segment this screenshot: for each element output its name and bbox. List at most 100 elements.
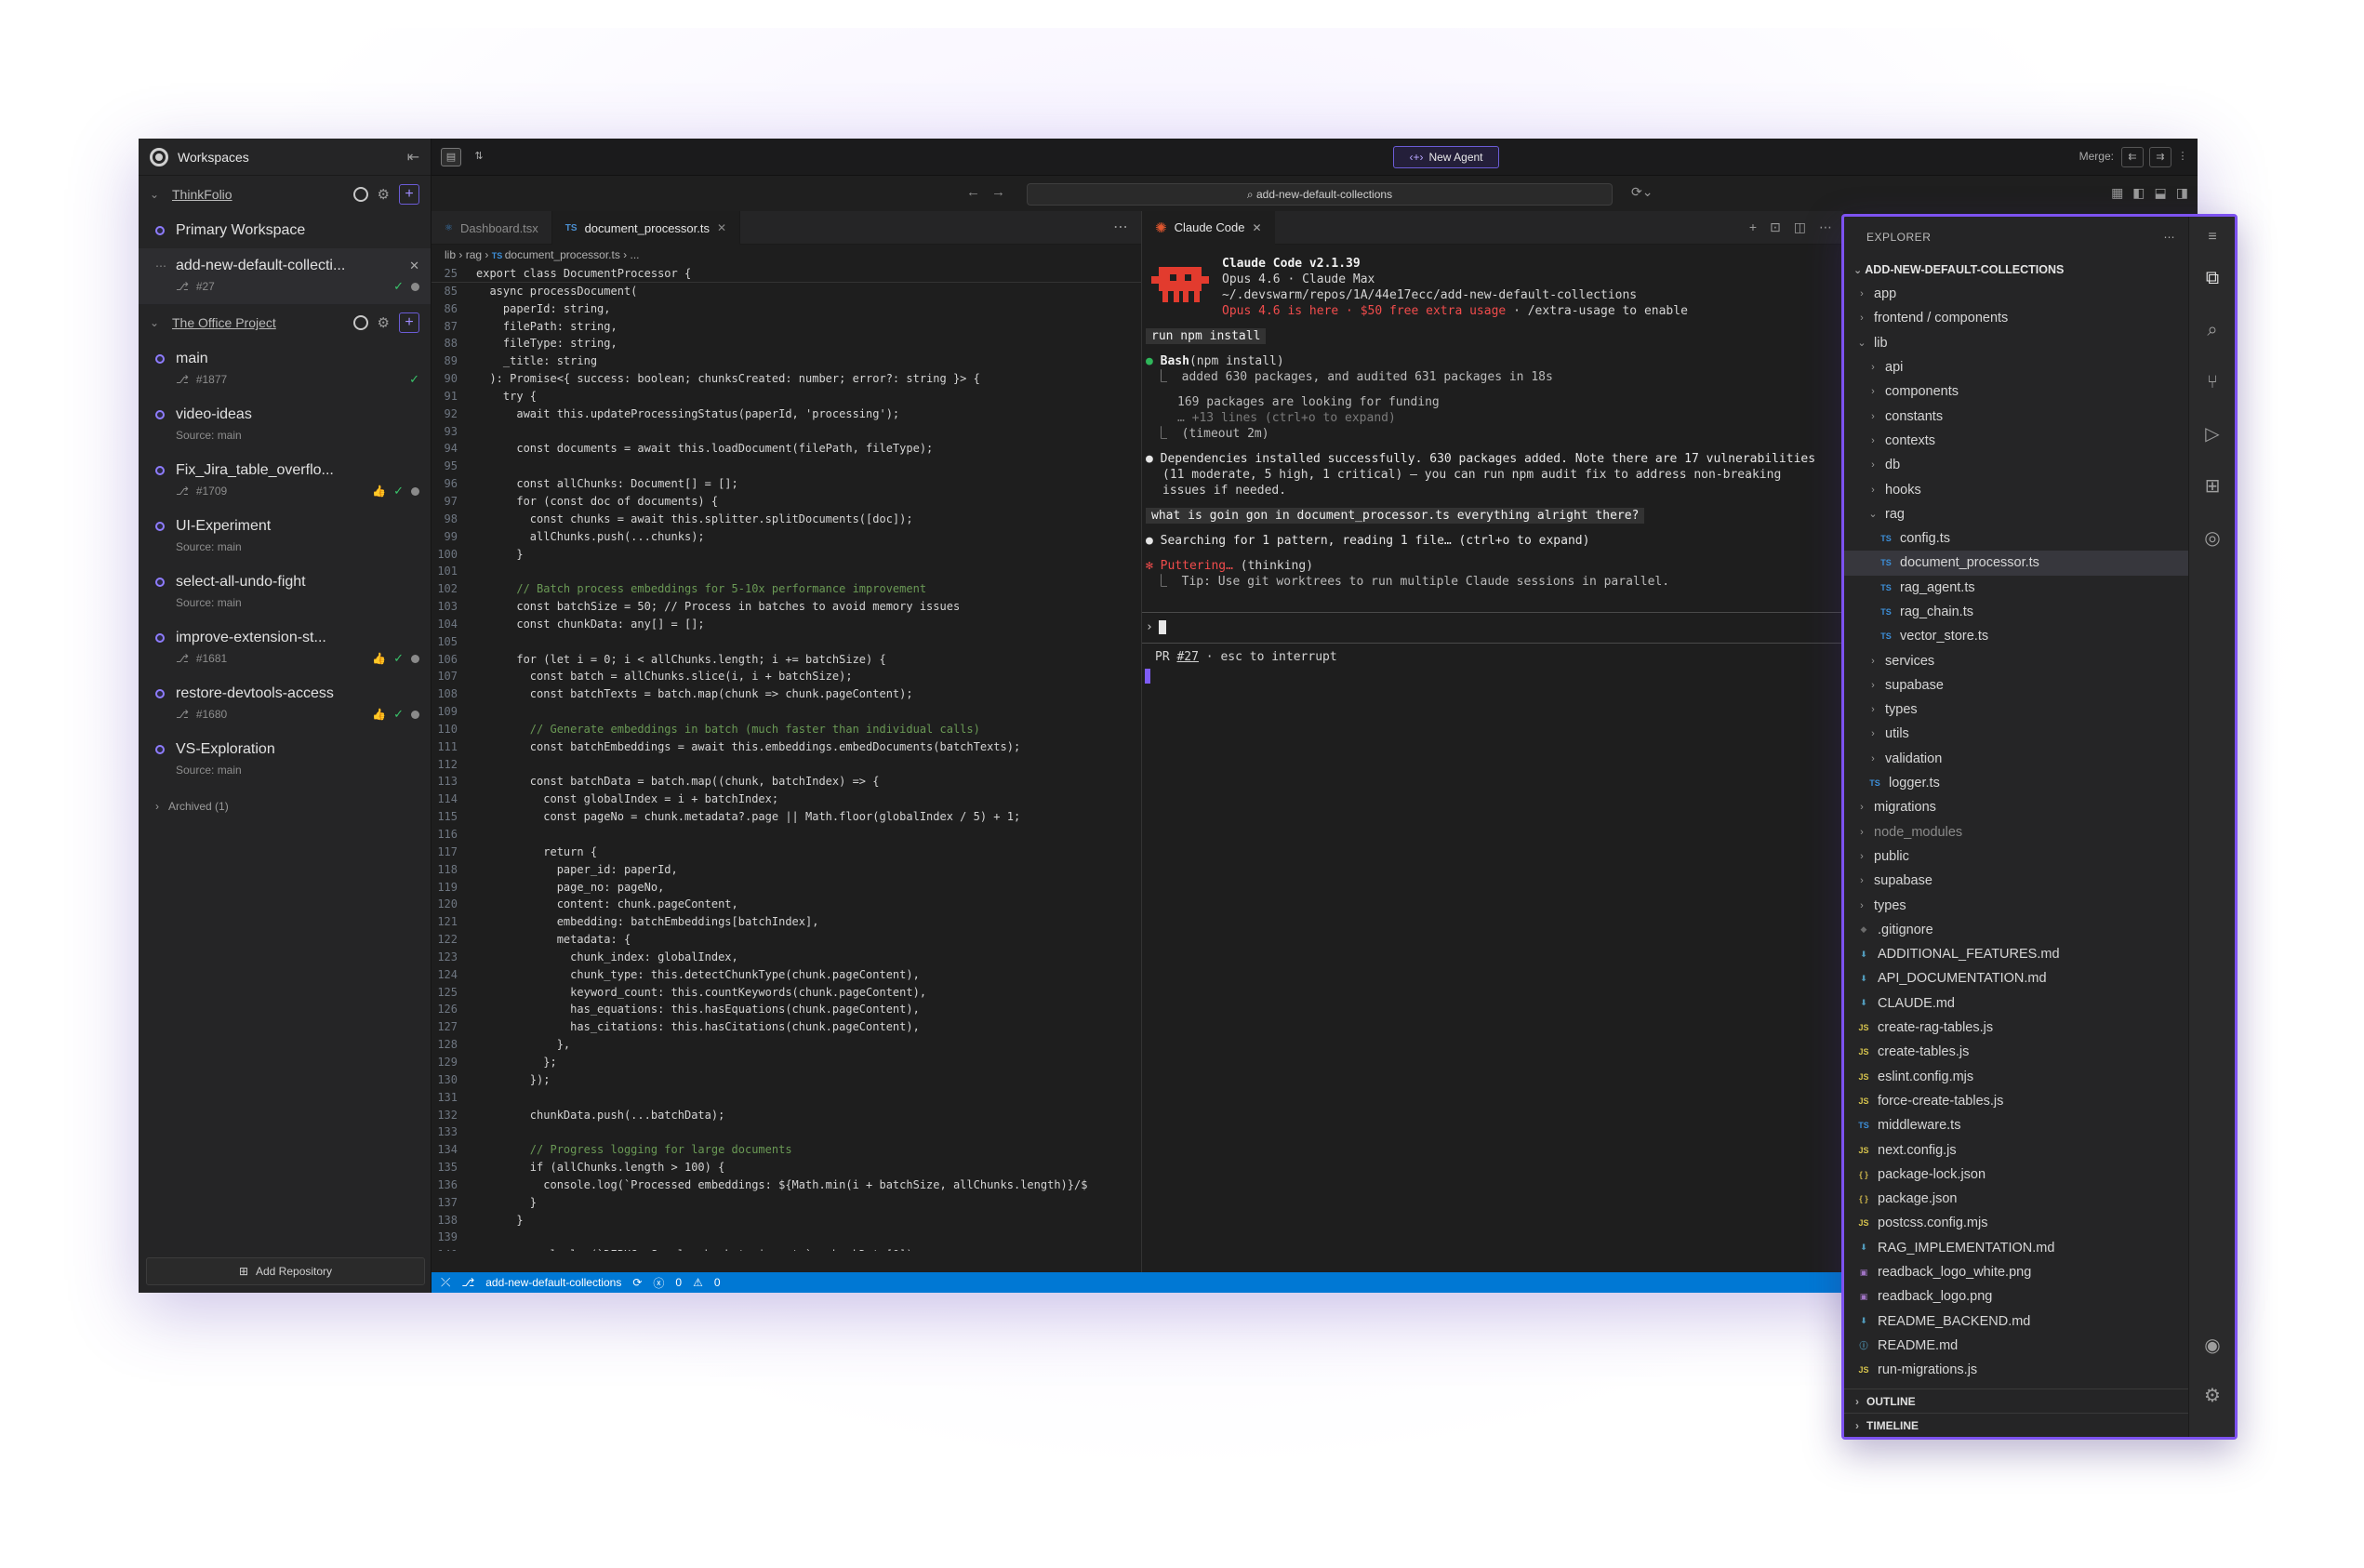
tree-folder[interactable]: › migrations (1844, 795, 2188, 819)
workspace-item[interactable]: UI-Experiment Source: main (139, 509, 431, 565)
tree-file[interactable]: { } package-lock.json (1844, 1163, 2188, 1187)
tree-folder[interactable]: › constants (1844, 404, 2188, 428)
files-icon[interactable]: ⧉ (2201, 267, 2224, 289)
tree-file[interactable]: ⬇ README_BACKEND.md (1844, 1309, 2188, 1333)
add-workspace-button[interactable]: + (399, 312, 419, 333)
tree-file[interactable]: TS rag_agent.ts (1844, 576, 2188, 600)
search-icon[interactable]: ⌕ (2201, 319, 2224, 341)
tree-file[interactable]: TS document_processor.ts (1844, 551, 2188, 576)
github-icon[interactable] (352, 187, 368, 202)
tree-folder[interactable]: › utils (1844, 722, 2188, 746)
tab-claude-code[interactable]: ✺ Claude Code ✕ (1142, 210, 1275, 245)
run-debug-icon[interactable]: ▷ (2201, 423, 2224, 445)
terminal-output[interactable]: Claude Code v2.1.39 Opus 4.6 · Claude Ma… (1142, 245, 1843, 1272)
close-icon[interactable]: ✕ (1252, 221, 1261, 234)
group-name[interactable]: The Office Project (172, 315, 344, 330)
remote-icon[interactable]: ⤫ (441, 1275, 450, 1290)
group-name[interactable]: ThinkFolio (172, 187, 344, 202)
tree-folder[interactable]: › frontend / components (1844, 306, 2188, 330)
tab-dashboard[interactable]: ⚛ Dashboard.tsx (432, 211, 552, 245)
new-agent-button[interactable]: ‹+› New Agent (1393, 146, 1499, 168)
drag-handle-icon[interactable]: ⋯ (155, 259, 166, 272)
collapse-sidebar-icon[interactable]: ⇤ (407, 148, 419, 166)
timeline-section[interactable]: › TIMELINE (1844, 1413, 2188, 1437)
tree-folder[interactable]: › api (1844, 355, 2188, 379)
tree-file[interactable]: ⬇ ADDITIONAL_FEATURES.md (1844, 942, 2188, 966)
workspace-item[interactable]: Primary Workspace (139, 213, 431, 248)
menu-icon[interactable]: ≡ (2201, 226, 2224, 248)
tree-folder[interactable]: › services (1844, 648, 2188, 672)
workspace-item[interactable]: Fix_Jira_table_overflo... ⎇ #1709 👍 ✓ (139, 453, 431, 509)
tree-folder[interactable]: › app (1844, 282, 2188, 306)
tree-file[interactable]: TS rag_chain.ts (1844, 600, 2188, 624)
add-repository-button[interactable]: ⊞ Add Repository (146, 1257, 425, 1285)
tree-file[interactable]: JS force-create-tables.js (1844, 1089, 2188, 1113)
breadcrumb-item[interactable]: lib (445, 248, 456, 261)
tree-file[interactable]: JS create-tables.js (1844, 1040, 2188, 1064)
chevron-down-icon[interactable]: ⌄ (150, 316, 163, 329)
tab-document-processor[interactable]: TS document_processor.ts ✕ (551, 211, 741, 245)
remote-explorer-icon[interactable]: ◎ (2201, 527, 2224, 550)
tree-file[interactable]: { } package.json (1844, 1187, 2188, 1211)
tree-file[interactable]: JS eslint.config.mjs (1844, 1065, 2188, 1089)
tree-file[interactable]: ⓘ README.md (1844, 1334, 2188, 1358)
tree-file[interactable]: ⬇ API_DOCUMENTATION.md (1844, 966, 2188, 990)
workspace-item-active[interactable]: ⋯ add-new-default-collecti... ✕ ⎇ #27 ✓ (139, 248, 431, 304)
tree-file[interactable]: TS middleware.ts (1844, 1113, 2188, 1137)
layout-icon[interactable]: ▤ (441, 148, 461, 166)
tree-file[interactable]: TS vector_store.ts (1844, 624, 2188, 648)
tree-folder[interactable]: › validation (1844, 747, 2188, 771)
bash-output-collapsed[interactable]: … +13 lines (ctrl+o to expand) (1142, 410, 1843, 426)
outline-section[interactable]: › OUTLINE (1844, 1389, 2188, 1413)
more-icon[interactable]: ⋮ (2171, 147, 2194, 167)
tree-file[interactable]: TS logger.ts (1844, 771, 2188, 795)
chevron-down-icon[interactable]: ⌄ (150, 188, 163, 201)
tree-file[interactable]: ⬇ RAG_IMPLEMENTATION.md (1844, 1236, 2188, 1260)
split-icon[interactable]: ◫ (1794, 219, 1806, 235)
errors-icon[interactable]: ⓧ (653, 1275, 664, 1291)
tree-file[interactable]: JS next.config.js (1844, 1137, 2188, 1162)
workspace-item[interactable]: restore-devtools-access ⎇ #1680 👍 ✓ (139, 676, 431, 732)
workspace-item[interactable]: main ⎇ #1877 ✓ (139, 341, 431, 397)
merge-right-button[interactable]: ⇉ (2149, 147, 2171, 167)
gear-icon[interactable]: ⚙ (378, 186, 390, 203)
breadcrumb-item[interactable]: ... (631, 248, 640, 261)
tree-folder[interactable]: › types (1844, 698, 2188, 722)
tree-folder[interactable]: › supabase (1844, 869, 2188, 893)
branch-name[interactable]: add-new-default-collections (485, 1276, 621, 1289)
more-icon[interactable]: ⋯ (2164, 231, 2176, 244)
tree-folder[interactable]: ⌄ rag (1844, 502, 2188, 526)
workspace-item[interactable]: improve-extension-st... ⎇ #1681 👍 ✓ (139, 620, 431, 676)
tree-folder[interactable]: › public (1844, 844, 2188, 869)
toggle-panel-icon[interactable]: ⬓ (2155, 185, 2167, 201)
git-compare-icon[interactable]: ⇅ (469, 148, 489, 166)
layout-grid-icon[interactable]: ▦ (2111, 185, 2123, 201)
workspace-item[interactable]: select-all-undo-fight Source: main (139, 565, 431, 620)
tree-folder[interactable]: ⌄ lib (1844, 331, 2188, 355)
close-icon[interactable]: ✕ (717, 221, 726, 234)
tree-folder[interactable]: › node_modules (1844, 820, 2188, 844)
tree-file[interactable]: JS create-rag-tables.js (1844, 1016, 2188, 1040)
explorer-root[interactable]: ⌄ ADD-NEW-DEFAULT-COLLECTIONS (1844, 258, 2188, 282)
github-icon[interactable] (352, 315, 368, 330)
warning-icon[interactable]: ⚠ (693, 1276, 703, 1289)
prompt-input[interactable]: › (1142, 612, 1843, 644)
tree-folder[interactable]: › hooks (1844, 477, 2188, 501)
more-icon[interactable]: ⋯ (1100, 211, 1141, 244)
source-control-icon[interactable]: ⑂ (2201, 371, 2224, 393)
extensions-icon[interactable]: ⊞ (2201, 475, 2224, 498)
gear-icon[interactable]: ⚙ (378, 314, 390, 331)
terminal-icon[interactable]: ⊡ (1770, 219, 1781, 235)
group-thinkfolio[interactable]: ⌄ ThinkFolio ⚙ + (139, 176, 431, 213)
add-terminal-icon[interactable]: + (1749, 219, 1757, 235)
tree-folder[interactable]: › supabase (1844, 673, 2188, 698)
group-office-project[interactable]: ⌄ The Office Project ⚙ + (139, 304, 431, 341)
close-icon[interactable]: ✕ (409, 259, 419, 273)
tree-file[interactable]: JS postcss.config.mjs (1844, 1211, 2188, 1235)
workspace-item[interactable]: VS-Exploration Source: main (139, 732, 431, 788)
tree-folder[interactable]: › contexts (1844, 429, 2188, 453)
more-icon[interactable]: ⋯ (1819, 219, 1832, 235)
tree-file[interactable]: ⬇ CLAUDE.md (1844, 991, 2188, 1016)
tree-file[interactable]: ◆ .gitignore (1844, 918, 2188, 942)
tree-file[interactable]: TS config.ts (1844, 526, 2188, 551)
